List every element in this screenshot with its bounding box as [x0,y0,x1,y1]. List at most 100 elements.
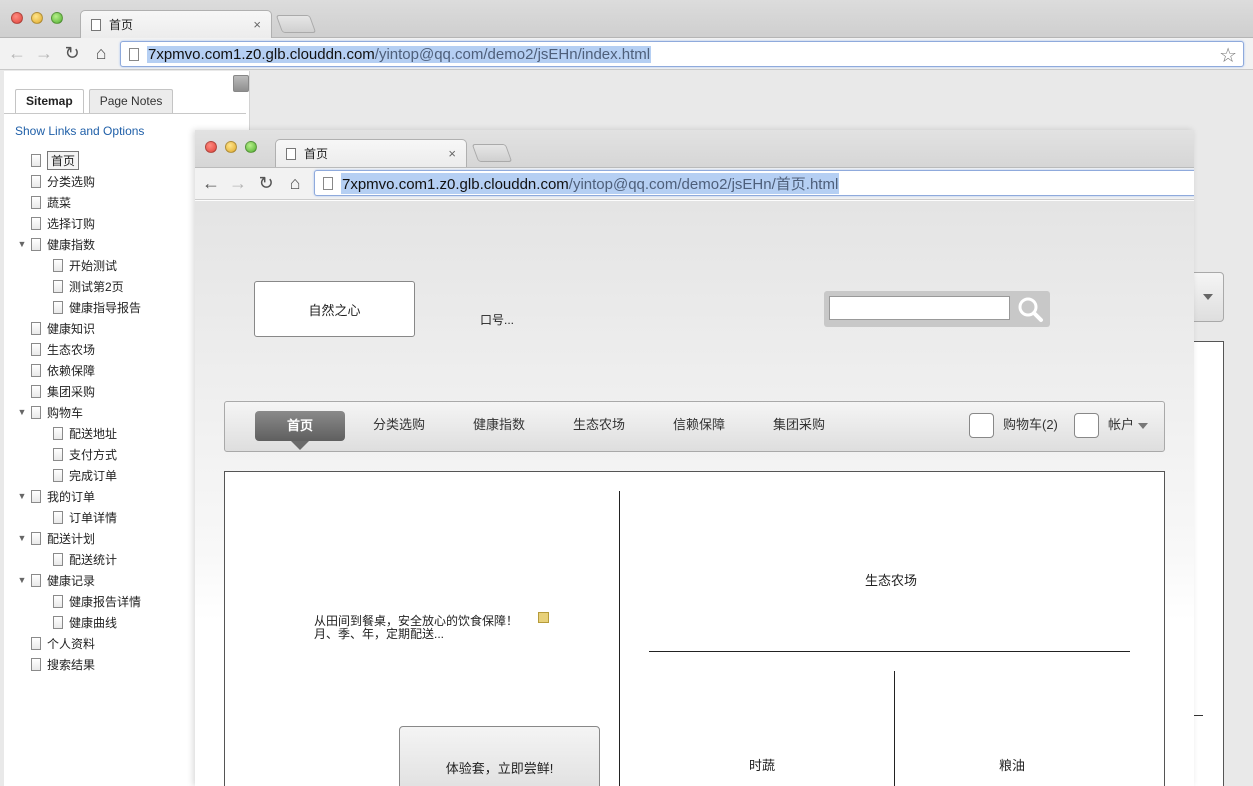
cart-link[interactable]: 购物车(2) [1003,402,1058,451]
nav-home[interactable]: 首页 [255,411,345,441]
page-icon [53,468,63,482]
sitemap-item[interactable]: ▼ 配送计划 [16,529,95,547]
search-input[interactable] [829,296,1010,320]
vegetables-label[interactable]: 时蔬 [749,755,775,774]
bookmark-star-icon[interactable]: ☆ [1219,43,1237,68]
sitemap-item[interactable]: 首页 [16,150,80,170]
search-button[interactable] [1013,293,1047,325]
tab-page-notes[interactable]: Page Notes [88,89,174,113]
page-icon [31,657,41,671]
inner-address-bar[interactable]: 7xpmvo.com1.z0.glb.clouddn.com/yintop@qq… [314,170,1194,196]
sitemap-item[interactable]: ▼ 我的订单 [16,487,95,505]
logo-box[interactable]: 自然之心 [254,281,415,337]
sitemap-item[interactable]: 完成订单 [38,466,117,484]
product-divider-vertical [894,671,895,786]
outer-page-dash [1193,715,1203,716]
cart-icon-box[interactable] [969,413,994,438]
inner-forward-button[interactable]: → [227,172,249,194]
sitemap-item[interactable]: 生态农场 [16,340,95,358]
reload-button[interactable]: ↻ [61,42,83,64]
sitemap-item[interactable]: 分类选购 [16,172,95,190]
zoom-window-button[interactable] [51,12,63,24]
inner-reload-button[interactable]: ↻ [255,172,277,194]
outer-tab-home[interactable]: 首页 × [80,10,272,38]
sitemap-item[interactable]: 配送统计 [38,550,117,568]
page-icon [129,47,139,61]
sitemap-item[interactable]: 健康报告详情 [38,592,141,610]
sitemap-item-label: 健康记录 [47,573,96,588]
page-icon [53,594,63,608]
expand-toggle-icon[interactable]: ▼ [16,239,28,249]
inner-close-window-button[interactable] [205,141,217,153]
page-icon [31,216,41,230]
note-icon[interactable] [538,612,549,623]
grain-oil-label[interactable]: 粮油 [999,755,1025,774]
expand-toggle-icon[interactable]: ▼ [16,533,28,543]
nav-category-shop[interactable]: 分类选购 [373,402,425,451]
sitemap-item-label: 购物车 [47,405,84,420]
sitemap-item[interactable]: 蔬菜 [16,193,71,211]
inner-home-button[interactable]: ⌂ [284,172,306,194]
outer-address-bar[interactable]: 7xpmvo.com1.z0.glb.clouddn.com/yintop@qq… [120,41,1244,67]
sitemap-item[interactable]: 健康知识 [16,319,95,337]
sitemap-item-label: 我的订单 [47,489,96,504]
sitemap-item[interactable]: 测试第2页 [38,277,124,295]
sitemap-item-label: 配送地址 [69,426,118,441]
sitemap-item[interactable]: 健康曲线 [38,613,117,631]
nav-trust-guarantee[interactable]: 信赖保障 [673,402,725,451]
trial-package-button[interactable]: 体验套，立即尝鲜! [399,726,600,786]
sitemap-item-label: 完成订单 [69,468,118,483]
sitemap-item[interactable]: 健康指导报告 [38,298,141,316]
account-menu[interactable]: 帐户 [1108,402,1149,451]
inner-tab-title: 首页 [304,147,329,161]
account-icon-box[interactable] [1074,413,1099,438]
expand-toggle-icon[interactable]: ▼ [16,407,28,417]
inner-tab-home[interactable]: 首页 × [275,139,467,167]
inner-zoom-window-button[interactable] [245,141,257,153]
nav-group-purchase[interactable]: 集团采购 [773,402,825,451]
sitemap-item[interactable]: 选择订购 [16,214,95,232]
sitemap-item[interactable]: 开始测试 [38,256,117,274]
sitemap-item-label: 健康曲线 [69,615,118,630]
inner-back-button[interactable]: ← [200,172,222,194]
page-icon [31,174,41,188]
forward-button[interactable]: → [33,42,55,64]
hero-text: 从田间到餐桌，安全放心的饮食保障！ 月、季、年，定期配送... [314,615,518,641]
sitemap-item[interactable]: ▼ 健康指数 [16,235,95,253]
page-icon [323,176,333,190]
sitemap-item[interactable]: 依赖保障 [16,361,95,379]
sitemap-item[interactable]: 集团采购 [16,382,95,400]
sitemap-item-label: 健康指导报告 [69,300,142,315]
inner-minimize-window-button[interactable] [225,141,237,153]
collapse-panel-button[interactable] [233,75,249,92]
sitemap-item-label: 配送计划 [47,531,96,546]
home-button[interactable]: ⌂ [90,42,112,64]
close-window-button[interactable] [11,12,23,24]
nav-health-index[interactable]: 健康指数 [473,402,525,451]
new-tab-button[interactable] [275,15,317,33]
sitemap-item[interactable]: ▼ 健康记录 [16,571,95,589]
expand-toggle-icon[interactable]: ▼ [16,575,28,585]
close-tab-icon[interactable]: × [448,146,456,161]
sitemap-item[interactable]: 搜索结果 [16,655,95,673]
show-links-options-link[interactable]: Show Links and Options [15,124,144,138]
page-icon [31,405,41,419]
page-icon [31,489,41,503]
minimize-window-button[interactable] [31,12,43,24]
outer-tab-title: 首页 [109,18,134,32]
expand-toggle-icon[interactable]: ▼ [16,491,28,501]
search-icon [1018,297,1043,322]
sitemap-item[interactable]: 配送地址 [38,424,117,442]
nav-eco-farm[interactable]: 生态农场 [573,402,625,451]
sitemap-item[interactable]: ▼ 购物车 [16,403,83,421]
sitemap-item[interactable]: 个人资料 [16,634,95,652]
back-button[interactable]: ← [6,42,28,64]
inner-new-tab-button[interactable] [471,144,513,162]
sitemap-item-label: 健康知识 [47,321,96,336]
close-tab-icon[interactable]: × [253,17,261,32]
sitemap-item[interactable]: 支付方式 [38,445,117,463]
sitemap-item-label: 生态农场 [47,342,96,357]
eco-farm-label[interactable]: 生态农场 [865,570,917,589]
tab-sitemap[interactable]: Sitemap [15,89,84,113]
sitemap-item[interactable]: 订单详情 [38,508,117,526]
